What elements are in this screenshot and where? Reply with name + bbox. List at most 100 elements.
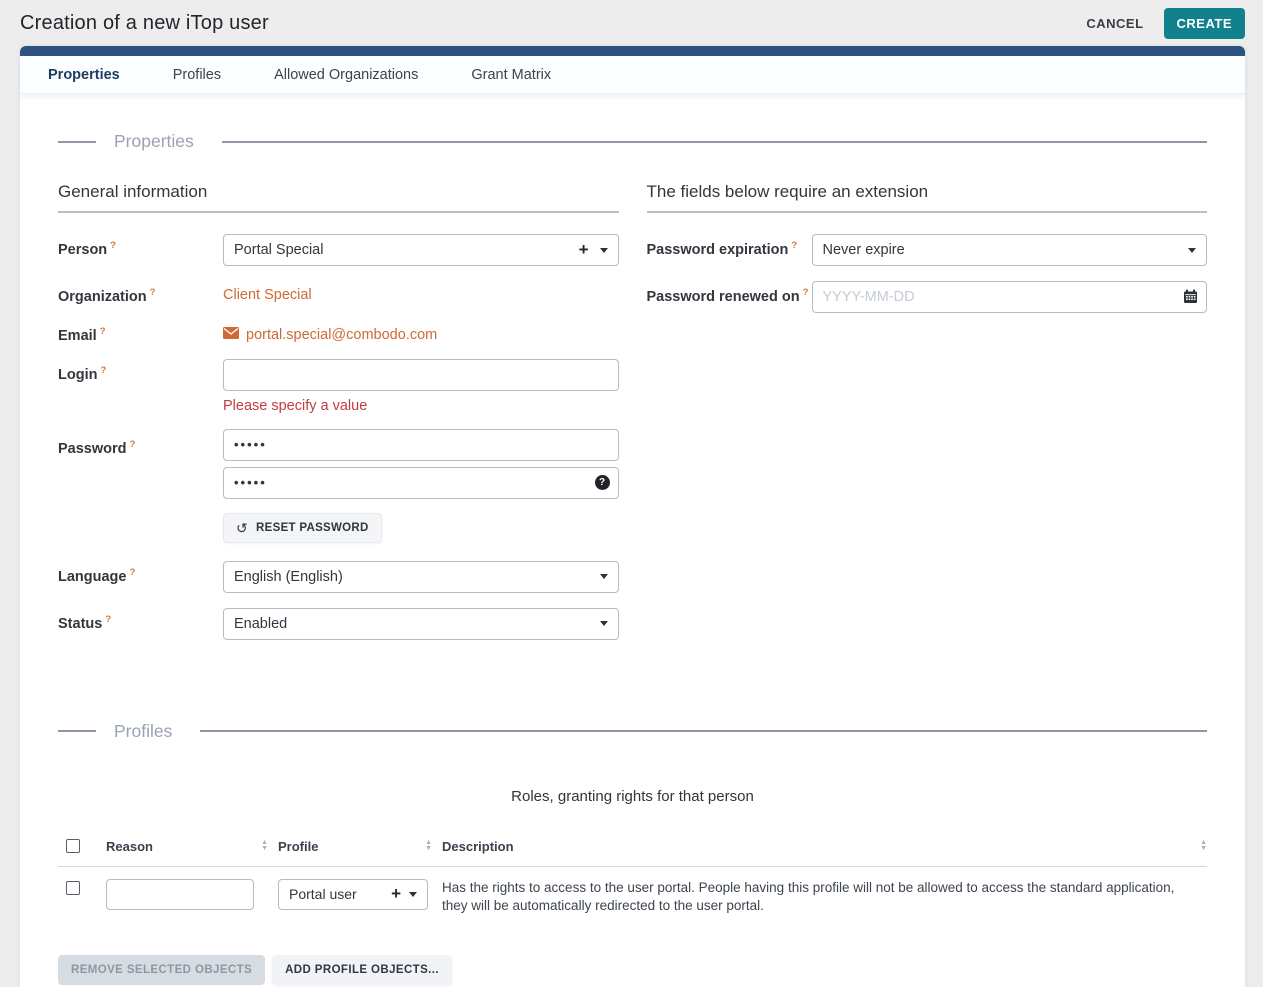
row-checkbox[interactable] bbox=[66, 881, 80, 895]
field-help-marker: ? bbox=[803, 287, 809, 298]
section-dash bbox=[58, 730, 96, 732]
profile-combobox[interactable]: Portal user + bbox=[278, 879, 428, 910]
password-renewed-wrap bbox=[812, 281, 1208, 313]
tab-bar: Properties Profiles Allowed Organization… bbox=[20, 56, 1245, 94]
profile-column-label: Profile bbox=[278, 839, 318, 854]
legend-general-information: General information bbox=[58, 182, 619, 213]
sort-icon[interactable]: ▲▼ bbox=[261, 840, 268, 852]
field-password-renewed: Password renewed on? bbox=[647, 281, 1208, 313]
password-input[interactable] bbox=[223, 429, 619, 461]
section-head-properties: Properties bbox=[58, 131, 1207, 152]
login-control: Please specify a value bbox=[223, 359, 619, 414]
chevron-down-icon[interactable] bbox=[409, 892, 417, 897]
field-help-marker: ? bbox=[150, 287, 156, 298]
calendar-icon[interactable] bbox=[1183, 289, 1198, 309]
reset-password-label: RESET PASSWORD bbox=[256, 522, 369, 534]
table-row: Portal user + Has the rights to access t… bbox=[58, 867, 1207, 929]
plus-icon[interactable]: + bbox=[579, 240, 589, 260]
description-column-label: Description bbox=[442, 839, 514, 854]
section-head-profiles: Profiles bbox=[58, 721, 1207, 742]
status-label: Status? bbox=[58, 608, 223, 632]
chevron-down-icon[interactable] bbox=[600, 248, 608, 253]
app-header: Creation of a new iTop user CANCEL CREAT… bbox=[0, 0, 1263, 46]
field-organization: Organization? Client Special bbox=[58, 281, 619, 305]
reason-input[interactable] bbox=[106, 879, 254, 910]
field-email: Email? portal.special@combodo.com bbox=[58, 320, 619, 344]
row-description-cell: Has the rights to access to the user por… bbox=[442, 879, 1207, 915]
sort-icon[interactable]: ▲▼ bbox=[1200, 840, 1207, 852]
person-label: Person? bbox=[58, 234, 223, 258]
header-profile-cell[interactable]: Profile ▲▼ bbox=[278, 839, 442, 854]
header-select-all-cell bbox=[58, 837, 106, 856]
create-button[interactable]: CREATE bbox=[1164, 8, 1245, 39]
tab-profiles[interactable]: Profiles bbox=[171, 58, 223, 92]
field-help-marker: ? bbox=[100, 326, 106, 337]
row-select-cell bbox=[58, 879, 106, 900]
login-error-message: Please specify a value bbox=[223, 398, 619, 414]
email-label: Email? bbox=[58, 320, 223, 344]
password-renewed-input[interactable] bbox=[812, 281, 1208, 313]
select-all-checkbox[interactable] bbox=[66, 839, 80, 853]
login-label: Login? bbox=[58, 359, 223, 383]
header-description-cell[interactable]: Description ▲▼ bbox=[442, 839, 1207, 854]
field-person: Person? Portal Special + bbox=[58, 234, 619, 266]
header-actions: CANCEL CREATE bbox=[1080, 8, 1245, 39]
section-title-properties: Properties bbox=[114, 131, 194, 152]
chevron-down-icon bbox=[1188, 248, 1196, 253]
password-controls: ? ↺ RESET PASSWORD bbox=[223, 429, 619, 543]
envelope-icon bbox=[223, 326, 239, 344]
fieldset-general-information: General information Person? Portal Speci… bbox=[58, 182, 619, 655]
header-reason-cell[interactable]: Reason ▲▼ bbox=[106, 839, 278, 854]
login-input[interactable] bbox=[223, 359, 619, 391]
field-status: Status? Enabled bbox=[58, 608, 619, 640]
chevron-down-icon bbox=[600, 621, 608, 626]
field-password: Password? ? ↺ RESET PASSWORD bbox=[58, 429, 619, 543]
password-expiration-value: Never expire bbox=[823, 242, 1189, 258]
form-content: Properties General information Person? P… bbox=[20, 94, 1245, 987]
organization-value: Client Special bbox=[223, 281, 619, 303]
email-line: portal.special@combodo.com bbox=[223, 320, 619, 344]
field-help-marker: ? bbox=[129, 567, 135, 578]
password-help-icon[interactable]: ? bbox=[595, 475, 610, 490]
profiles-table-header: Reason ▲▼ Profile ▲▼ Description ▲▼ bbox=[58, 828, 1207, 867]
field-help-marker: ? bbox=[100, 365, 106, 376]
section-line bbox=[200, 730, 1207, 732]
organization-label: Organization? bbox=[58, 281, 223, 305]
field-help-marker: ? bbox=[791, 240, 797, 251]
page-title: Creation of a new iTop user bbox=[20, 12, 269, 35]
remove-selected-objects-button[interactable]: REMOVE SELECTED OBJECTS bbox=[58, 955, 265, 985]
password-confirm-input[interactable] bbox=[223, 467, 619, 499]
language-select[interactable]: English (English) bbox=[223, 561, 619, 593]
reason-column-label: Reason bbox=[106, 839, 153, 854]
cancel-button[interactable]: CANCEL bbox=[1080, 8, 1149, 39]
profiles-table-actions: REMOVE SELECTED OBJECTS ADD PROFILE OBJE… bbox=[58, 955, 1207, 985]
tab-properties[interactable]: Properties bbox=[46, 58, 122, 92]
language-label: Language? bbox=[58, 561, 223, 585]
field-help-marker: ? bbox=[130, 439, 136, 450]
field-help-marker: ? bbox=[110, 240, 116, 251]
profile-description: Has the rights to access to the user por… bbox=[442, 879, 1207, 915]
properties-columns: General information Person? Portal Speci… bbox=[58, 182, 1207, 655]
status-select[interactable]: Enabled bbox=[223, 608, 619, 640]
form-card: Properties Profiles Allowed Organization… bbox=[20, 46, 1245, 987]
reset-icon: ↺ bbox=[236, 521, 248, 535]
reset-password-button[interactable]: ↺ RESET PASSWORD bbox=[223, 513, 382, 543]
sort-icon[interactable]: ▲▼ bbox=[425, 840, 432, 852]
tab-grant-matrix[interactable]: Grant Matrix bbox=[469, 58, 553, 92]
field-help-marker: ? bbox=[105, 614, 111, 625]
password-renewed-label: Password renewed on? bbox=[647, 281, 812, 305]
field-password-expiration: Password expiration? Never expire bbox=[647, 234, 1208, 266]
row-reason-cell bbox=[106, 879, 278, 910]
section-dash bbox=[58, 141, 96, 143]
password-label: Password? bbox=[58, 429, 223, 457]
profiles-table-caption: Roles, granting rights for that person bbox=[58, 788, 1207, 805]
password-expiration-select[interactable]: Never expire bbox=[812, 234, 1208, 266]
add-profile-objects-button[interactable]: ADD PROFILE OBJECTS... bbox=[272, 955, 452, 985]
plus-icon[interactable]: + bbox=[391, 884, 401, 904]
profile-value: Portal user bbox=[289, 886, 391, 902]
person-combobox[interactable]: Portal Special + bbox=[223, 234, 619, 266]
row-profile-cell: Portal user + bbox=[278, 879, 442, 910]
tab-allowed-organizations[interactable]: Allowed Organizations bbox=[272, 58, 420, 92]
email-link[interactable]: portal.special@combodo.com bbox=[246, 327, 437, 343]
field-login: Login? Please specify a value bbox=[58, 359, 619, 414]
